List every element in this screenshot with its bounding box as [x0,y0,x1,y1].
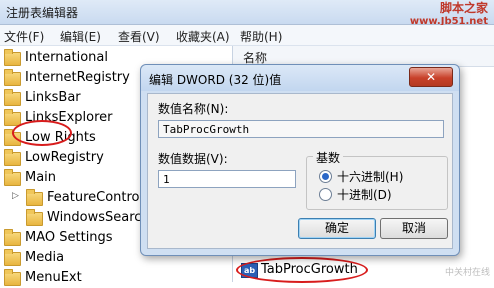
radio-decimal-label[interactable]: 十进制(D) [337,186,392,203]
menu-file[interactable]: 文件(F) [4,28,44,45]
folder-icon [4,249,21,266]
menu-favorites[interactable]: 收藏夹(A) [176,28,230,45]
cancel-button[interactable]: 取消 [380,218,448,239]
menu-help[interactable]: 帮助(H) [240,28,282,45]
value-data-label: 数值数据(V): [158,152,228,166]
menu-edit[interactable]: 编辑(E) [60,28,101,45]
dialog-title: 编辑 DWORD (32 位)值 [149,73,282,87]
value-name-label: 数值名称(N): [158,102,229,116]
tree-item-label: Main [25,170,57,185]
folder-icon [26,189,43,206]
tree-item-label: InternetRegistry [25,70,130,85]
tree-item-label: FeatureControl [47,190,144,205]
highlight-circle-value [236,257,368,283]
radio-hexadecimal[interactable] [319,170,332,183]
value-data-input[interactable]: 1 [158,170,296,188]
folder-icon [4,229,21,246]
folder-icon [4,149,21,166]
dialog-body: 数值名称(N): TabProcGrowth 数值数据(V): 1 基数 十六进… [147,93,453,249]
ok-button[interactable]: 确定 [298,218,376,239]
folder-icon [4,69,21,86]
app-title: 注册表编辑器 [6,6,79,20]
tree-item-label: WindowsSearch [47,210,150,225]
corner-logo: 中关村在线 [444,268,490,278]
tree-item-label: Media [25,250,65,265]
folder-icon [4,269,21,286]
menu-view[interactable]: 查看(V) [118,28,160,45]
folder-icon [26,209,43,226]
edit-dword-dialog: 编辑 DWORD (32 位)值 ✕ 数值名称(N): TabProcGrowt… [140,64,460,256]
tree-item-label: MenuExt [25,270,82,285]
folder-icon [4,169,21,186]
tree-item[interactable]: MenuExt [0,268,232,288]
window-titlebar: 注册表编辑器 脚本之家 www.Jb51.net [0,0,494,27]
folder-icon [4,89,21,106]
watermark-line1: 脚本之家 [439,1,488,15]
tree-item-label: LowRegistry [25,150,104,165]
tree-item-label: LinksBar [25,90,81,105]
radio-hexadecimal-label[interactable]: 十六进制(H) [337,168,403,185]
tree-item-label: International [25,50,108,65]
base-label: 基数 [313,149,344,166]
dialog-titlebar[interactable]: 编辑 DWORD (32 位)值 ✕ [141,65,459,91]
expand-arrow-icon[interactable]: ▷ [12,191,19,201]
menu-bar: 文件(F) 编辑(E) 查看(V) 收藏夹(A) 帮助(H) [0,25,494,46]
close-icon: ✕ [425,70,437,84]
folder-icon [4,49,21,66]
close-button[interactable]: ✕ [409,67,453,87]
highlight-circle-main-key [12,120,72,146]
base-groupbox: 基数 十六进制(H) 十进制(D) [306,149,448,210]
radio-decimal[interactable] [319,188,332,201]
tree-item-label: MAO Settings [25,230,113,245]
value-name-field[interactable]: TabProcGrowth [158,120,444,138]
